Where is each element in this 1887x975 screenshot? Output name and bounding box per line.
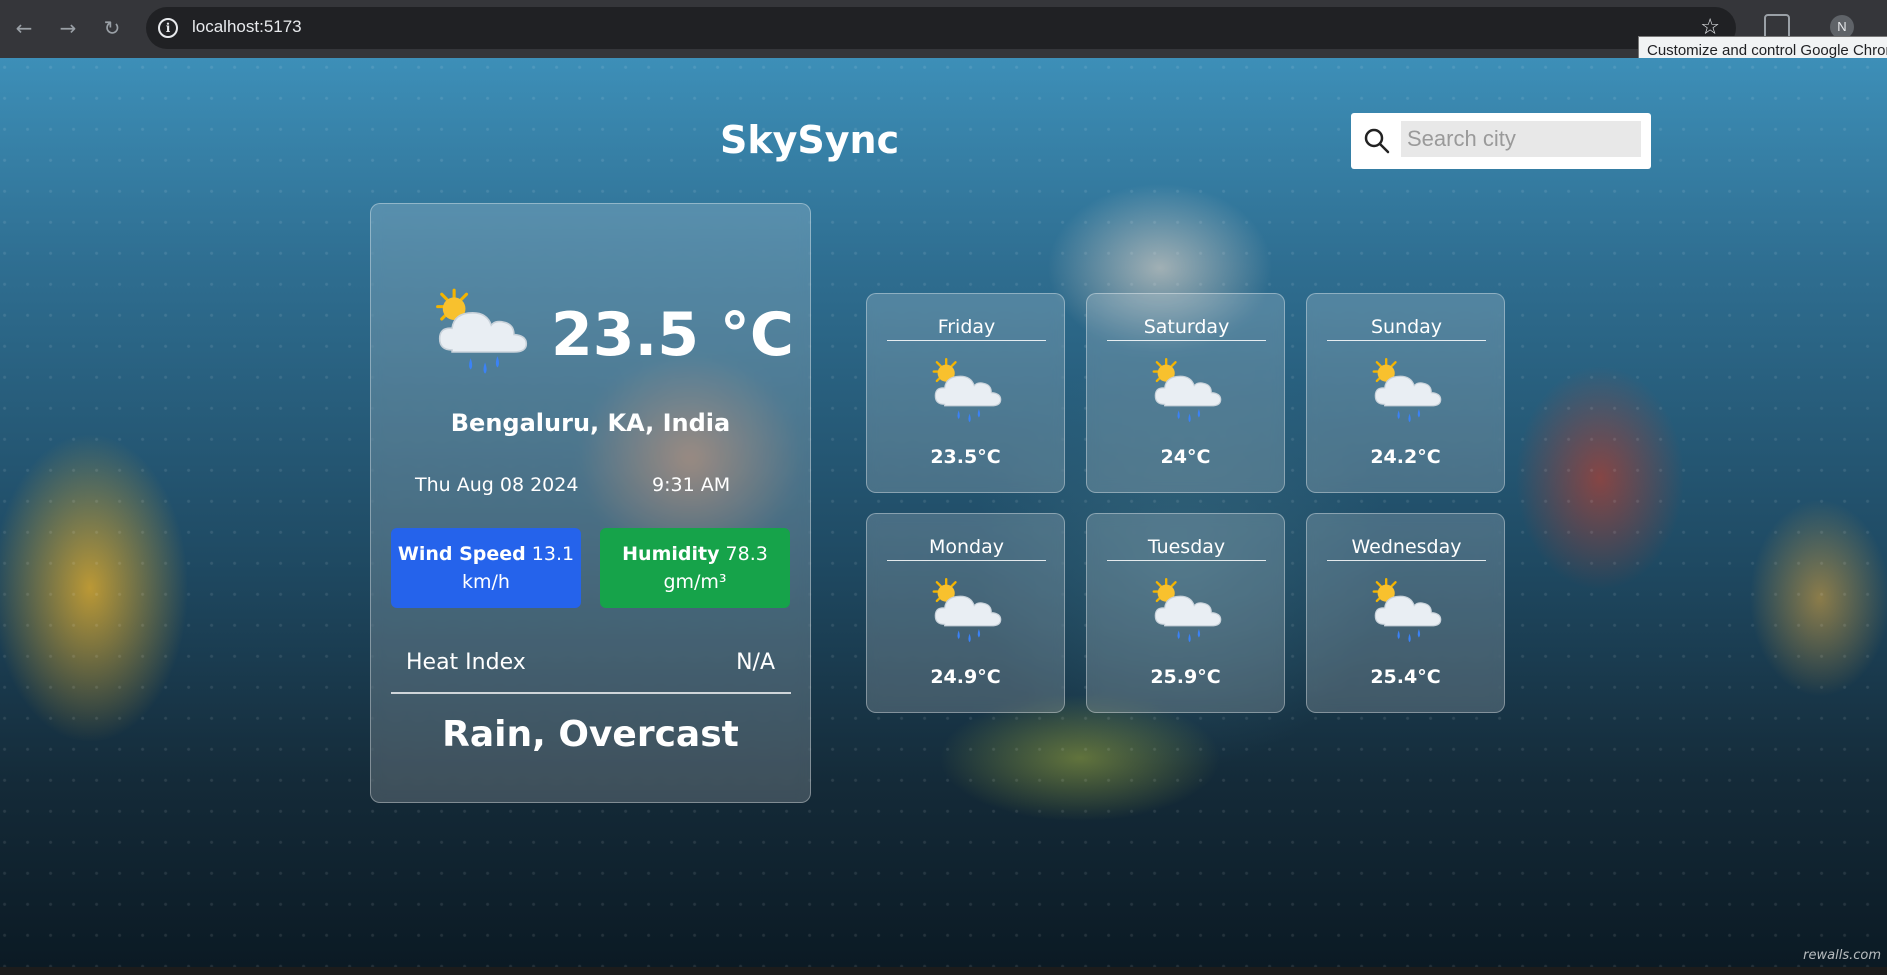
- sun-cloud-rain-icon: [1369, 576, 1447, 650]
- heat-index-label: Heat Index: [406, 650, 526, 675]
- sun-cloud-rain-icon: [929, 576, 1007, 650]
- search-icon[interactable]: [1363, 127, 1391, 155]
- forecast-day: Saturday: [1107, 316, 1266, 341]
- current-temperature: 23.5 °C: [551, 300, 794, 370]
- forecast-day: Monday: [887, 536, 1046, 561]
- bottom-edge: [0, 967, 1887, 975]
- sun-cloud-rain-icon: [1369, 356, 1447, 430]
- sun-cloud-rain-icon: [1149, 576, 1227, 650]
- sun-cloud-rain-icon: [1149, 356, 1227, 430]
- address-bar[interactable]: i localhost:5173 ☆: [146, 7, 1736, 49]
- forecast-day: Tuesday: [1107, 536, 1266, 561]
- forecast-temp: 23.5°C: [930, 446, 1001, 468]
- forecast-card: Wednesday 25.4°C: [1306, 513, 1505, 713]
- sun-cloud-rain-icon: [431, 286, 535, 384]
- app-brand: SkySync: [720, 118, 900, 162]
- current-date: Thu Aug 08 2024: [415, 474, 579, 496]
- heat-index-value: N/A: [736, 650, 775, 675]
- weather-condition: Rain, Overcast: [442, 714, 739, 755]
- sun-cloud-rain-icon: [929, 356, 1007, 430]
- forecast-temp: 24°C: [1160, 446, 1211, 468]
- divider: [391, 692, 791, 694]
- forecast-temp: 25.4°C: [1370, 666, 1441, 688]
- forecast-day: Sunday: [1327, 316, 1486, 341]
- current-weather-card: 23.5 °C Bengaluru, KA, India Thu Aug 08 …: [370, 203, 811, 803]
- forecast-card: Monday 24.9°C: [866, 513, 1065, 713]
- reload-icon[interactable]: ↻: [98, 14, 126, 42]
- forecast-card: Friday 23.5°C: [866, 293, 1065, 493]
- location-name: Bengaluru, KA, India: [450, 409, 731, 437]
- wind-speed-badge: Wind Speed 13.1 km/h: [391, 528, 581, 608]
- forecast-temp: 24.2°C: [1370, 446, 1441, 468]
- forecast-temp: 24.9°C: [930, 666, 1001, 688]
- forecast-card: Sunday 24.2°C: [1306, 293, 1505, 493]
- address-url[interactable]: localhost:5173: [192, 17, 302, 37]
- forecast-day: Friday: [887, 316, 1046, 341]
- humidity-badge: Humidity 78.3 gm/m³: [600, 528, 790, 608]
- search-city-input[interactable]: [1401, 121, 1641, 157]
- forecast-temp: 25.9°C: [1150, 666, 1221, 688]
- wind-speed-label: Wind Speed: [397, 543, 526, 565]
- weather-app-page: SkySync 23.5 °C Bengaluru, KA, India Thu…: [0, 58, 1887, 967]
- forward-icon[interactable]: →: [54, 14, 82, 42]
- forecast-card: Tuesday 25.9°C: [1086, 513, 1285, 713]
- site-info-icon[interactable]: i: [158, 18, 178, 38]
- humidity-label: Humidity: [622, 543, 720, 565]
- browser-toolbar: ← → ↻ i localhost:5173 ☆ N: [0, 0, 1887, 58]
- current-time: 9:31 AM: [652, 474, 731, 496]
- search-box[interactable]: [1351, 113, 1651, 169]
- forecast-day: Wednesday: [1327, 536, 1486, 561]
- back-icon[interactable]: ←: [10, 14, 38, 42]
- wallpaper-watermark: rewalls.com: [1803, 948, 1881, 963]
- forecast-card: Saturday 24°C: [1086, 293, 1285, 493]
